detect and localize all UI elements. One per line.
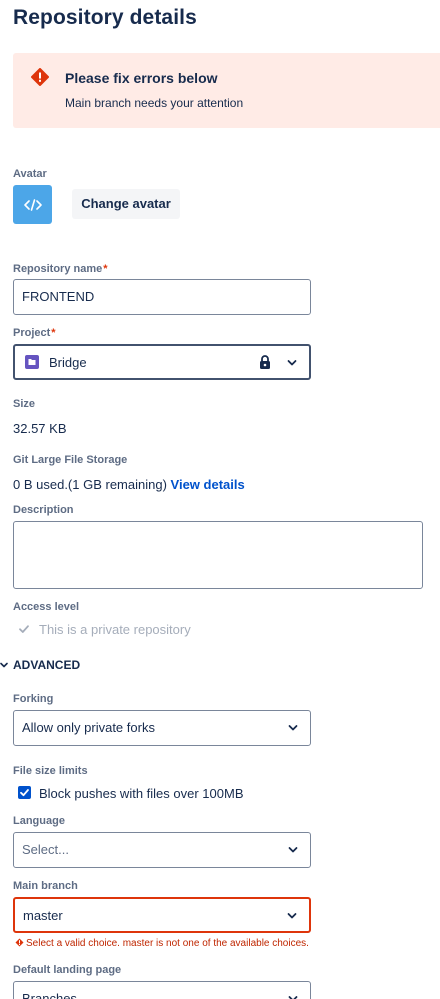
lfs-label: Git Large File Storage: [13, 454, 128, 466]
project-avatar-icon: [25, 355, 39, 369]
language-placeholder: Select...: [22, 842, 69, 857]
project-select[interactable]: Bridge: [13, 344, 311, 380]
language-label: Language: [13, 815, 65, 827]
page-title: Repository details: [13, 6, 197, 29]
main-branch-select[interactable]: master: [13, 897, 311, 933]
main-branch-value: master: [23, 908, 63, 923]
project-label: Project*: [13, 327, 56, 339]
description-label: Description: [13, 504, 74, 516]
repository-name-value: FRONTEND: [22, 289, 95, 304]
block-pushes-label: Block pushes with files over 100MB: [39, 786, 244, 801]
project-label-text: Project: [13, 327, 51, 339]
chevron-down-icon: [287, 360, 297, 366]
lock-icon: [260, 355, 270, 369]
view-details-link[interactable]: View details: [171, 477, 245, 492]
lfs-usage-text: 0 B used.(1 GB remaining): [13, 477, 167, 492]
required-marker: *: [103, 263, 108, 275]
default-landing-page-value: Branches: [22, 991, 77, 999]
chevron-down-icon: [287, 913, 297, 919]
chevron-down-icon: [288, 847, 298, 853]
access-level-label: Access level: [13, 601, 80, 613]
advanced-label: ADVANCED: [13, 658, 81, 672]
error-banner-message: Main branch needs your attention: [65, 96, 244, 110]
project-value: Bridge: [49, 355, 87, 370]
lfs-usage: 0 B used.(1 GB remaining) View details: [13, 477, 245, 492]
main-branch-error-text: Select a valid choice. master is not one…: [26, 938, 309, 949]
forking-select[interactable]: Allow only private forks: [13, 710, 311, 746]
repository-avatar: [13, 185, 52, 224]
chevron-down-icon: [288, 725, 298, 731]
code-icon: [23, 198, 42, 211]
forking-label: Forking: [13, 693, 54, 705]
language-select[interactable]: Select...: [13, 832, 311, 868]
repository-name-input[interactable]: FRONTEND: [13, 279, 311, 315]
error-icon: [31, 68, 49, 86]
private-repository-label: This is a private repository: [39, 622, 191, 637]
required-marker: *: [51, 327, 56, 339]
advanced-section-toggle[interactable]: ADVANCED: [0, 658, 80, 672]
error-icon: [15, 938, 24, 947]
chevron-down-icon: [0, 662, 8, 668]
main-branch-error: Select a valid choice. master is not one…: [15, 938, 309, 949]
repository-name-label: Repository name*: [13, 263, 108, 275]
error-banner-title: Please fix errors below: [65, 70, 218, 86]
forking-value: Allow only private forks: [22, 720, 155, 735]
size-label: Size: [13, 398, 36, 410]
size-value: 32.57 KB: [13, 421, 67, 436]
avatar-label: Avatar: [13, 168, 47, 180]
change-avatar-button[interactable]: Change avatar: [72, 189, 180, 219]
main-branch-label: Main branch: [13, 880, 78, 892]
chevron-down-icon: [288, 996, 298, 999]
repository-name-label-text: Repository name: [13, 263, 103, 275]
block-pushes-checkbox[interactable]: [18, 786, 31, 799]
error-banner: Please fix errors below Main branch need…: [13, 53, 440, 128]
file-size-limits-label: File size limits: [13, 765, 88, 777]
default-landing-page-label: Default landing page: [13, 964, 122, 976]
default-landing-page-select[interactable]: Branches: [13, 981, 311, 999]
repository-details-page: Repository details Please fix errors bel…: [0, 0, 440, 999]
description-textarea[interactable]: [13, 521, 423, 589]
private-repository-checkbox[interactable]: [18, 623, 30, 635]
